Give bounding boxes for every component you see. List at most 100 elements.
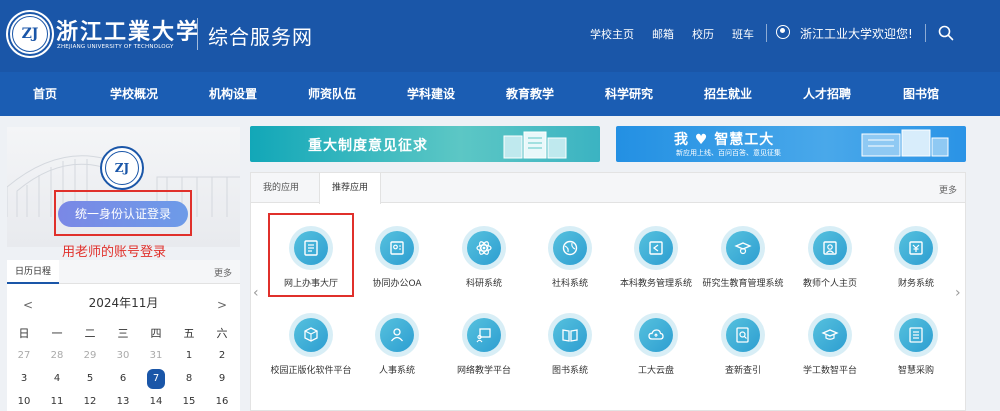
nav-teaching[interactable]: 教育教学 bbox=[500, 72, 560, 116]
link-shuttle-bus[interactable]: 班车 bbox=[732, 26, 754, 42]
app-online-teaching[interactable]: 网络教学平台 bbox=[439, 313, 529, 376]
calendar-day[interactable]: 15 bbox=[176, 392, 202, 411]
calendar-day[interactable]: 5 bbox=[77, 369, 103, 389]
calendar-day[interactable]: 16 bbox=[209, 392, 235, 411]
welcome-text: 浙江工业大学欢迎您! bbox=[800, 27, 913, 41]
app-icon bbox=[808, 313, 852, 357]
graduate-icon bbox=[734, 242, 752, 255]
app-library-system[interactable]: 图书系统 bbox=[525, 313, 615, 376]
app-undergrad-academic[interactable]: 本科教务管理系统 bbox=[611, 226, 701, 289]
app-teacher-homepage[interactable]: 教师个人主页 bbox=[785, 226, 875, 289]
laptop-icon bbox=[861, 129, 949, 157]
calendar-day-today[interactable]: 7 bbox=[147, 369, 165, 389]
nav-research[interactable]: 科学研究 bbox=[599, 72, 659, 116]
globe-icon bbox=[562, 240, 578, 256]
tab-my-apps[interactable]: 我的应用 bbox=[251, 173, 311, 203]
app-label: 校园正版化软件平台 bbox=[270, 366, 352, 376]
person-icon bbox=[390, 328, 404, 342]
tab-recommended-apps[interactable]: 推荐应用 bbox=[319, 173, 382, 204]
app-cloud-disk[interactable]: 工大云盘 bbox=[611, 313, 701, 376]
calendar-day[interactable]: 31 bbox=[143, 346, 169, 366]
calendar-day[interactable]: 10 bbox=[11, 392, 37, 411]
calendar-day[interactable]: 14 bbox=[143, 392, 169, 411]
calendar-day[interactable]: 28 bbox=[44, 346, 70, 366]
apps-prev-arrow[interactable]: ‹ bbox=[253, 285, 259, 301]
calendar-day[interactable]: 9 bbox=[209, 369, 235, 389]
app-label: 网络教学平台 bbox=[456, 366, 511, 376]
app-icon bbox=[808, 226, 852, 270]
calendar-day[interactable]: 29 bbox=[77, 346, 103, 366]
nav-home[interactable]: 首页 bbox=[20, 72, 70, 116]
nav-library[interactable]: 图书馆 bbox=[896, 72, 946, 116]
app-icon bbox=[462, 313, 506, 357]
app-label: 社科系统 bbox=[551, 279, 588, 289]
app-label: 财务系统 bbox=[897, 279, 934, 289]
calendar-day[interactable]: 11 bbox=[44, 392, 70, 411]
tab-calendar[interactable]: 日历日程 bbox=[7, 260, 60, 284]
app-social-science-system[interactable]: 社科系统 bbox=[525, 226, 615, 289]
app-oa[interactable]: 协同办公OA bbox=[352, 226, 442, 289]
calendar-next-button[interactable]: > bbox=[217, 298, 227, 312]
nav-organization[interactable]: 机构设置 bbox=[203, 72, 263, 116]
link-school-home[interactable]: 学校主页 bbox=[590, 26, 634, 42]
nav-about[interactable]: 学校概况 bbox=[104, 72, 164, 116]
document-search-icon bbox=[736, 327, 749, 343]
app-student-affairs[interactable]: 学工数智平台 bbox=[785, 313, 875, 376]
calendar-day[interactable]: 1 bbox=[176, 346, 202, 366]
app-icon bbox=[894, 226, 938, 270]
calendar-day[interactable]: 13 bbox=[110, 392, 136, 411]
calendar-day[interactable]: 30 bbox=[110, 346, 136, 366]
site-header: ZJ 浙江工業大学 ZHEJIANG UNIVERSITY OF TECHNOL… bbox=[0, 0, 1000, 72]
calendar-day[interactable]: 27 bbox=[11, 346, 37, 366]
app-icon bbox=[721, 226, 765, 270]
weekday-label: 六 bbox=[216, 327, 228, 340]
app-label: 研究生教育管理系统 bbox=[702, 279, 784, 289]
link-email[interactable]: 邮箱 bbox=[652, 26, 674, 42]
calendar-day[interactable]: 4 bbox=[44, 369, 70, 389]
cube-icon bbox=[304, 327, 318, 342]
calendar-month: 2024年11月 bbox=[88, 296, 159, 310]
app-icon bbox=[289, 313, 333, 357]
banner-policy-feedback[interactable]: 重大制度意见征求 bbox=[250, 126, 600, 162]
app-research-system[interactable]: 科研系统 bbox=[439, 226, 529, 289]
weekday-label: 五 bbox=[183, 327, 195, 340]
university-seal-icon[interactable]: ZJ bbox=[8, 12, 52, 56]
app-label: 图书系统 bbox=[551, 366, 588, 376]
app-label: 科研系统 bbox=[465, 279, 502, 289]
header-divider bbox=[925, 24, 926, 42]
nav-recruitment[interactable]: 人才招聘 bbox=[797, 72, 857, 116]
app-licensed-software[interactable]: 校园正版化软件平台 bbox=[266, 313, 356, 376]
calendar-day[interactable]: 2 bbox=[209, 346, 235, 366]
app-label: 工大云盘 bbox=[637, 366, 674, 376]
procurement-list-icon bbox=[909, 327, 923, 343]
user-icon[interactable] bbox=[776, 25, 790, 39]
app-icon bbox=[894, 313, 938, 357]
sso-login-button[interactable]: 统一身份认证登录 bbox=[58, 201, 188, 227]
link-calendar[interactable]: 校历 bbox=[692, 26, 714, 42]
app-smart-procurement[interactable]: 智慧采购 bbox=[871, 313, 961, 376]
app-hr-system[interactable]: 人事系统 bbox=[352, 313, 442, 376]
calendar-more-link[interactable]: 更多 bbox=[214, 266, 232, 279]
app-icon bbox=[634, 313, 678, 357]
app-label: 智慧采购 bbox=[897, 366, 934, 376]
calendar-day[interactable]: 8 bbox=[176, 369, 202, 389]
search-icon[interactable] bbox=[938, 25, 954, 41]
calendar-day[interactable]: 3 bbox=[11, 369, 37, 389]
app-icon bbox=[462, 226, 506, 270]
calendar-day[interactable]: 12 bbox=[77, 392, 103, 411]
calendar-panel: 日历日程 更多 < 2024年11月 > 日 一 二 三 四 五 六 27 28… bbox=[7, 260, 240, 411]
app-graduate-education[interactable]: 研究生教育管理系统 bbox=[698, 226, 788, 289]
app-novelty-citation[interactable]: 查新查引 bbox=[698, 313, 788, 376]
apps-more-link[interactable]: 更多 bbox=[939, 183, 957, 196]
university-name-logo[interactable]: 浙江工業大学 bbox=[56, 14, 200, 46]
banner-smart-university[interactable]: 我 ♥ 智慧工大 新应用上线、百问百答、意见征集 bbox=[616, 126, 966, 162]
calendar-day[interactable]: 6 bbox=[110, 369, 136, 389]
nav-admissions[interactable]: 招生就业 bbox=[698, 72, 758, 116]
weekday-label: 二 bbox=[84, 327, 96, 340]
nav-faculty[interactable]: 师资队伍 bbox=[302, 72, 362, 116]
apps-tabs: 我的应用 推荐应用 更多 bbox=[251, 173, 965, 204]
nav-disciplines[interactable]: 学科建设 bbox=[401, 72, 461, 116]
app-finance-system[interactable]: 财务系统 bbox=[871, 226, 961, 289]
contact-card-icon bbox=[390, 241, 404, 255]
app-icon bbox=[375, 226, 419, 270]
